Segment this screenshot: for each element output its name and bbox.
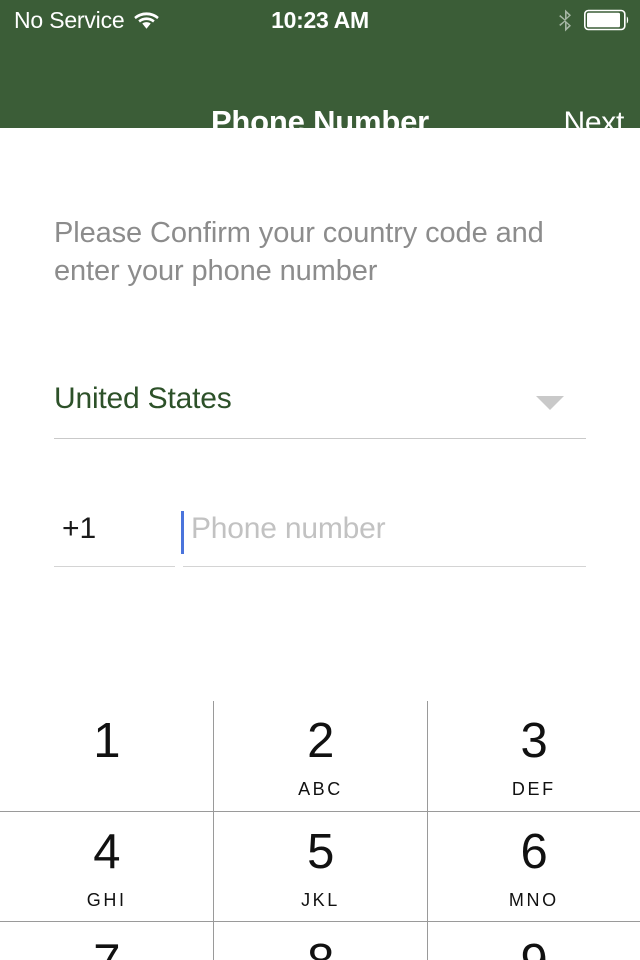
keypad-key-digit: 7: [93, 936, 120, 960]
country-select[interactable]: United States: [54, 382, 586, 438]
keypad-key-4[interactable]: 4 GHI: [0, 812, 213, 921]
keypad-key-digit: 1: [93, 714, 121, 768]
keypad-row: 4 GHI 5 JKL 6 MNO: [0, 811, 640, 921]
battery-icon: [584, 9, 630, 31]
keypad-key-digit: 8: [307, 936, 334, 960]
clock-label: 10:23 AM: [271, 6, 369, 33]
status-bar-right: [558, 0, 630, 40]
status-bar: No Service 10:23 AM: [0, 0, 640, 40]
keypad-key-5[interactable]: 5 JKL: [213, 812, 426, 921]
phone-input-cursor: [181, 511, 184, 554]
numeric-keypad: 1 2 ABC 3 DEF 4 GHI 5 JKL 6 MNO: [0, 701, 640, 960]
phone-input-underline: [183, 566, 586, 567]
keypad-row: 7 PQRS 8 TUV 9 WXYZ: [0, 921, 640, 960]
keypad-key-digit: 3: [520, 714, 548, 768]
keypad-key-digit: 2: [307, 714, 334, 768]
country-select-underline: [54, 438, 586, 439]
country-code-underline: [54, 566, 175, 567]
keypad-key-letters: JKL: [301, 890, 340, 910]
keypad-key-2[interactable]: 2 ABC: [213, 701, 426, 811]
country-code-value[interactable]: +1: [62, 512, 96, 546]
chevron-down-icon: [536, 396, 564, 410]
keypad-key-digit: 6: [520, 825, 548, 879]
nav-bar: Phone Number Next: [0, 40, 640, 139]
keypad-row: 1 2 ABC 3 DEF: [0, 701, 640, 811]
phone-input[interactable]: Phone number: [191, 512, 386, 546]
keypad-key-3[interactable]: 3 DEF: [426, 701, 640, 811]
keypad-key-letters: GHI: [86, 890, 127, 910]
bluetooth-icon: [558, 9, 573, 32]
instructions-text: Please Confirm your country code and ent…: [54, 217, 544, 287]
phone-number-screen: No Service 10:23 AM Phone Number Next Pl…: [0, 0, 640, 960]
keypad-key-7[interactable]: 7 PQRS: [0, 922, 213, 960]
keypad-key-letters: DEF: [511, 779, 556, 799]
country-select-value: United States: [54, 382, 232, 415]
keypad-key-letters: ABC: [298, 779, 343, 799]
keypad-key-letters: MNO: [508, 890, 559, 910]
status-bar-center: 10:23 AM: [0, 0, 640, 40]
page-title: Phone Number: [210, 104, 430, 139]
keypad-key-8[interactable]: 8 TUV: [213, 922, 426, 960]
keypad-key-6[interactable]: 6 MNO: [426, 812, 640, 921]
keypad-key-digit: 9: [520, 936, 547, 960]
keypad-key-digit: 5: [307, 825, 334, 879]
keypad-key-1[interactable]: 1: [0, 701, 213, 811]
keypad-key-9[interactable]: 9 WXYZ: [426, 922, 640, 960]
keypad-key-digit: 4: [93, 825, 121, 879]
next-button[interactable]: Next: [564, 106, 625, 140]
